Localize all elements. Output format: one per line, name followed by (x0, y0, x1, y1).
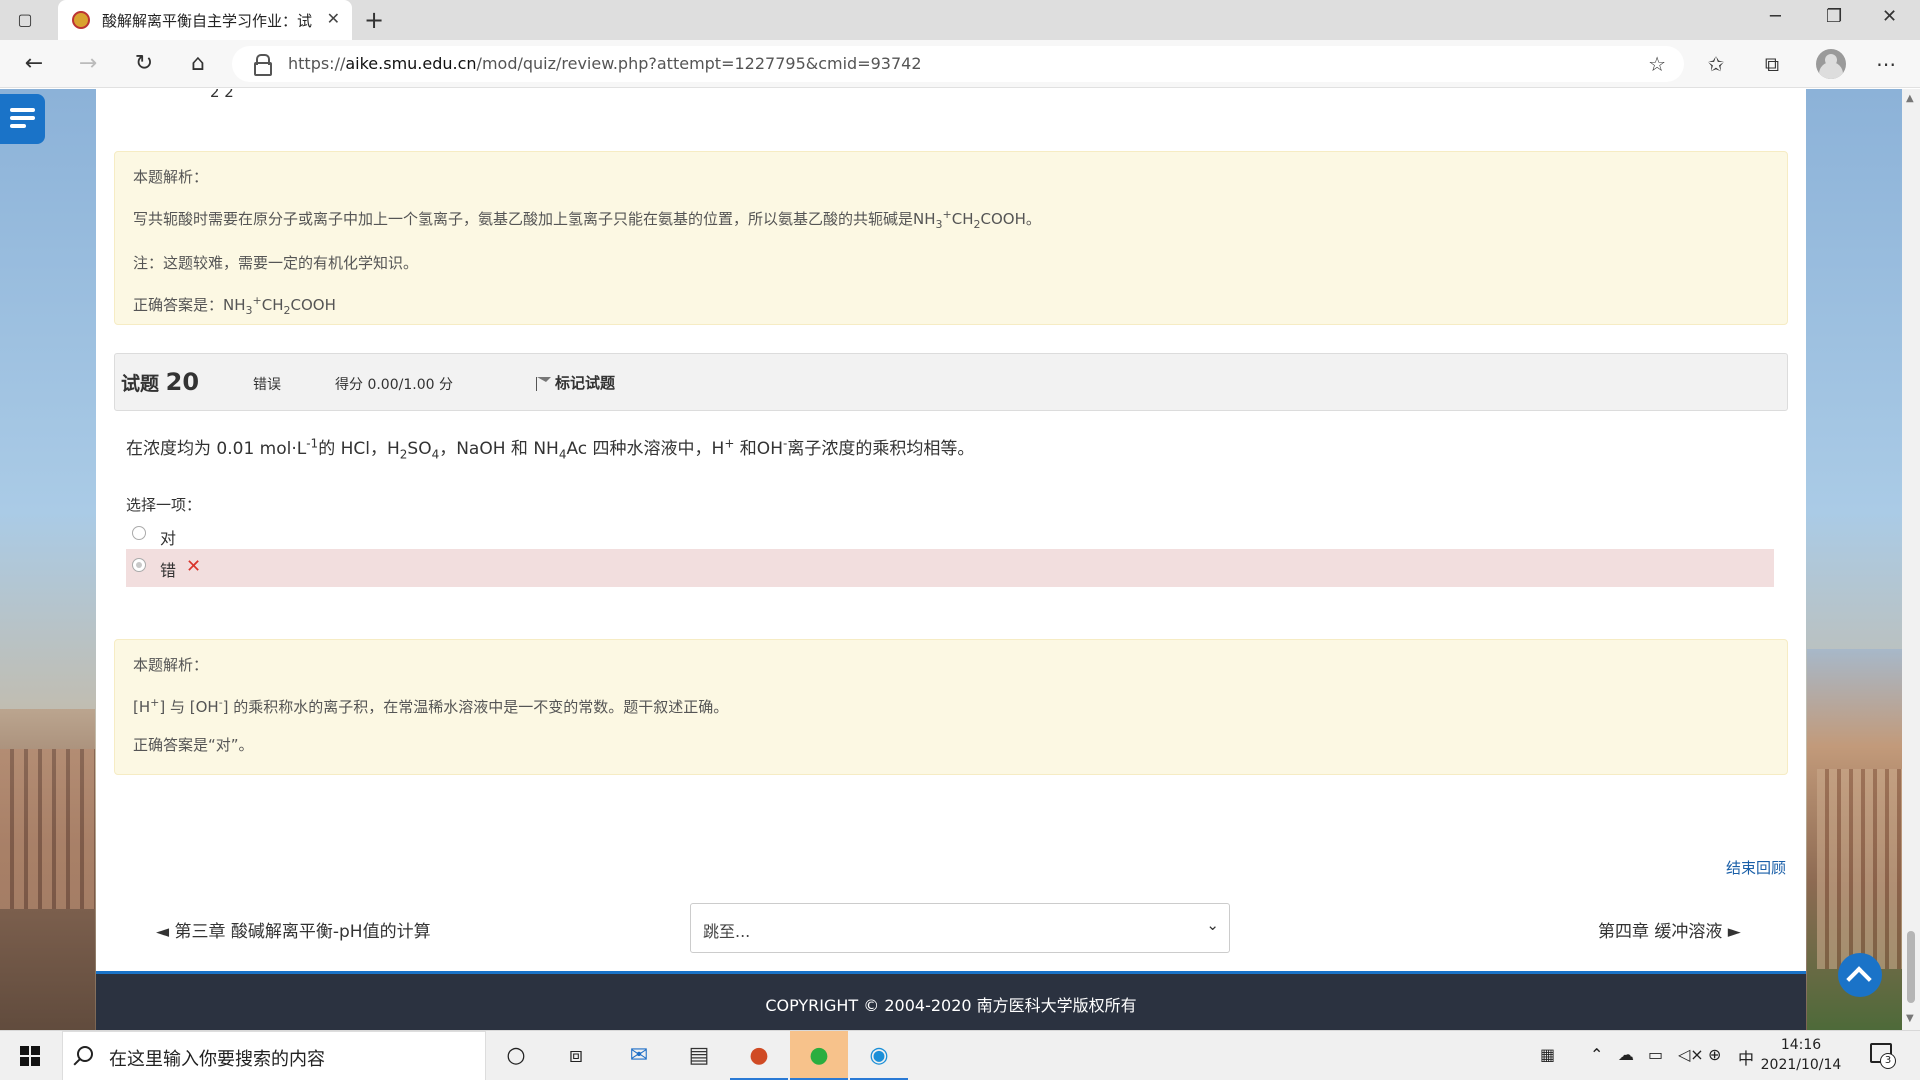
feedback-heading: 本题解析： (133, 168, 209, 186)
site-favicon-icon (72, 11, 90, 29)
volume-muted-icon[interactable]: ◁× (1678, 1045, 1704, 1064)
previous-question-feedback: 本题解析： 写共轭酸时需要在原分子或离子中加上一个氢离子，氨基乙酸加上氢离子只能… (114, 151, 1788, 325)
page-viewport: 2 2 本题解析： 写共轭酸时需要在原分子或离子中加上一个氢离子，氨基乙酸加上氢… (0, 89, 1902, 1030)
home-icon[interactable]: ⌂ (184, 50, 212, 78)
question-feedback: 本题解析： [H+] 与 [OH-] 的乘积称水的离子积，在常温稀水溶液中是一不… (114, 639, 1788, 775)
answer-prompt: 选择一项： (126, 496, 202, 514)
mail-app-icon[interactable]: ✉ (610, 1031, 668, 1080)
show-hidden-icons-icon[interactable]: ⌃ (1590, 1045, 1603, 1064)
taskbar-search-input[interactable]: 在这里输入你要搜索的内容 (62, 1031, 486, 1080)
feedback-correct-answer: 正确答案是“对”。 (133, 736, 254, 754)
refresh-icon[interactable]: ↻ (130, 50, 158, 78)
radio-false[interactable] (132, 558, 146, 572)
question-grade: 得分 0.00/1.00 分 (335, 377, 453, 393)
feedback-note: 注：这题较难，需要一定的有机化学知识。 (133, 254, 419, 272)
jump-to-select[interactable]: 跳至... ⌄ (690, 903, 1230, 953)
clock-time: 14:16 (1780, 1037, 1822, 1053)
answer-label: 对 (160, 529, 177, 548)
answer-option-false[interactable]: 错 ✕ (126, 549, 1774, 587)
previous-answer-fragment: 2 2 (210, 89, 234, 101)
add-favorite-icon[interactable]: ☆ (1648, 52, 1666, 76)
profile-avatar[interactable] (1816, 49, 1846, 79)
campus-background-left (0, 709, 95, 1030)
close-window-icon[interactable]: ✕ (1882, 6, 1897, 27)
windows-start-icon[interactable] (20, 1046, 40, 1066)
onedrive-icon[interactable]: ☁ (1618, 1045, 1634, 1064)
address-bar[interactable]: https://aike.smu.edu.cn/mod/quiz/review.… (232, 46, 1684, 82)
favorites-icon[interactable]: ✩ (1702, 50, 1730, 78)
network-icon[interactable]: ⊕ (1708, 1045, 1721, 1064)
tab-actions-icon[interactable]: ▢ (14, 9, 36, 31)
maximize-icon[interactable]: ❐ (1826, 6, 1842, 27)
tab-title: 酸解解离平衡自主学习作业：试卷 (102, 12, 312, 30)
feedback-correct-answer: 正确答案是：NH3+CH2COOH (133, 294, 336, 317)
clock-date: 2021/10/14 (1760, 1057, 1842, 1073)
incorrect-icon: ✕ (186, 556, 202, 577)
browser-toolbar: ← → ↻ ⌂ https://aike.smu.edu.cn/mod/quiz… (0, 40, 1920, 88)
feedback-explanation: [H+] 与 [OH-] 的乘积称水的离子积，在常温稀水溶液中是一不变的常数。题… (133, 696, 729, 716)
back-to-top-button[interactable] (1838, 953, 1882, 997)
back-icon[interactable]: ← (20, 50, 48, 78)
next-activity-link[interactable]: 第四章 缓冲溶液 ► (1598, 917, 1741, 942)
scroll-up-icon[interactable]: ▲ (1906, 93, 1914, 104)
url-text[interactable]: https://aike.smu.edu.cn/mod/quiz/review.… (288, 54, 922, 73)
wechat-app-icon[interactable]: ● (790, 1031, 848, 1080)
ime-mode-icon[interactable]: ▦ (1540, 1045, 1555, 1064)
main-content: 2 2 本题解析： 写共轭酸时需要在原分子或离子中加上一个氢离子，氨基乙酸加上氢… (96, 89, 1806, 1030)
new-tab-icon[interactable]: + (364, 6, 384, 34)
feedback-explanation: 写共轭酸时需要在原分子或离子中加上一个氢离子，氨基乙酸加上氢离子只能在氨基的位置… (133, 208, 1041, 231)
lock-icon[interactable] (254, 54, 272, 76)
close-tab-icon[interactable]: ✕ (327, 9, 340, 28)
collections-icon[interactable]: ⧉ (1758, 50, 1786, 78)
flag-question-button[interactable]: 标记试题 (535, 372, 615, 393)
task-view-icon[interactable]: ⧈ (556, 1039, 596, 1073)
chevron-down-icon: ⌄ (1206, 916, 1219, 934)
page-footer: COPYRIGHT © 2004-2020 南方医科大学版权所有 (96, 974, 1806, 1030)
copyright-text: COPYRIGHT © 2004-2020 南方医科大学版权所有 (765, 996, 1137, 1015)
question-state: 错误 (253, 377, 281, 393)
radio-true[interactable] (132, 526, 146, 540)
tab-active[interactable]: 酸解解离平衡自主学习作业：试卷 ✕ (58, 0, 352, 40)
question-info-header: 试题 20 错误 得分 0.00/1.00 分 标记试题 (114, 353, 1788, 411)
finish-review-link[interactable]: 结束回顾 (1726, 857, 1786, 878)
page-scrollbar[interactable]: ▲ ▼ (1902, 89, 1920, 1030)
more-options-icon[interactable]: ⋯ (1872, 50, 1900, 78)
minimize-icon[interactable]: ─ (1770, 6, 1781, 27)
answer-label: 错 (160, 561, 177, 580)
question-number: 试题 20 (121, 368, 200, 396)
scroll-down-icon[interactable]: ▼ (1906, 1013, 1914, 1024)
drawer-toggle-button[interactable] (0, 94, 45, 144)
taskbar-clock[interactable]: 14:16 2021/10/14 (1756, 1035, 1846, 1075)
powerpoint-app-icon[interactable]: ● (730, 1031, 788, 1080)
question-text: 在浓度均为 0.01 mol·L-1的 HCl，H2SO4，NaOH 和 NH4… (126, 436, 975, 462)
cortana-icon[interactable]: ○ (496, 1039, 536, 1073)
notification-count: 3 (1880, 1053, 1896, 1069)
search-icon (77, 1046, 93, 1062)
browser-tab-bar: ▢ 酸解解离平衡自主学习作业：试卷 ✕ + ─ ❐ ✕ (0, 0, 1920, 40)
jump-to-value: 跳至... (703, 922, 751, 941)
search-placeholder: 在这里输入你要搜索的内容 (109, 1049, 325, 1070)
feedback-heading: 本题解析： (133, 656, 209, 674)
forward-icon[interactable]: → (74, 50, 102, 78)
ime-language-indicator[interactable]: 中 (1738, 1045, 1754, 1069)
edge-app-icon[interactable]: ◉ (850, 1031, 908, 1080)
flag-icon (535, 375, 551, 391)
scroll-thumb[interactable] (1907, 931, 1915, 1003)
previous-activity-link[interactable]: ◄ 第三章 酸碱解离平衡-pH值的计算 (156, 917, 431, 942)
battery-icon[interactable]: ▭ (1648, 1045, 1663, 1064)
store-app-icon[interactable]: ▤ (670, 1031, 728, 1080)
windows-taskbar: 在这里输入你要搜索的内容 ○ ⧈ ✉ ▤ ● ● ◉ ▦ ⌃ ☁ ▭ ◁× ⊕ … (0, 1030, 1920, 1080)
